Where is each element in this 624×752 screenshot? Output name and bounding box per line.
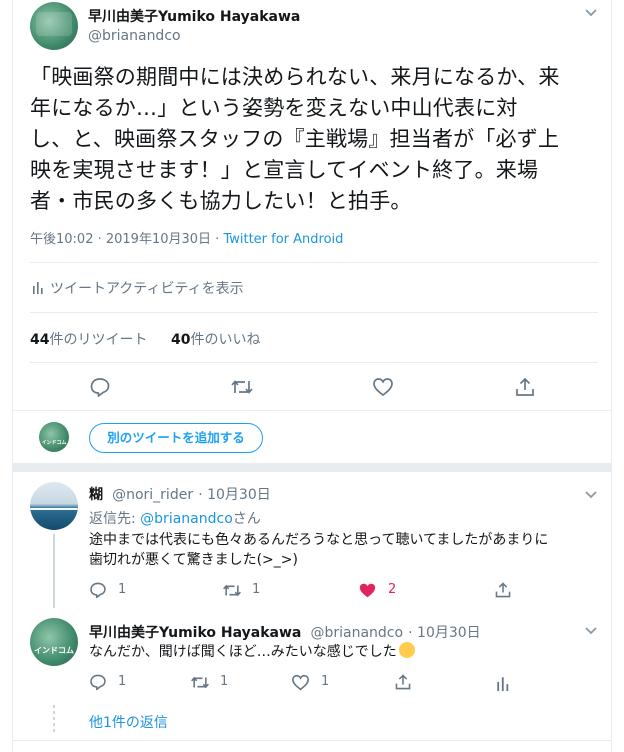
- tweet-text-line: 年になるか…」という姿勢を変えない中山代表に対: [30, 96, 518, 120]
- sad-face-emoji: 😥: [398, 642, 415, 658]
- retweets-stat[interactable]: 44件のリツイート: [30, 329, 147, 349]
- like-icon[interactable]: [372, 377, 394, 397]
- tweet-text-line: し、と、映画祭スタッフの『主戦場』担当者が「必ず上: [30, 127, 560, 151]
- reply-date[interactable]: 10月30日: [207, 487, 271, 503]
- avatar-text: インドコム: [41, 440, 67, 446]
- reply-author-name[interactable]: 糊: [89, 487, 103, 503]
- tweet-metadata: 午後10:02 · 2019年10月30日 · Twitter for Andr…: [30, 228, 343, 247]
- like-count: 2: [388, 582, 397, 597]
- timeline-left-border: [12, 0, 13, 752]
- tweet-text-line: 「映画祭の期間中には決められない、来月になるか、来: [30, 65, 560, 89]
- share-icon[interactable]: [494, 581, 512, 599]
- like-icon-active[interactable]: [358, 582, 377, 599]
- divider: [30, 362, 598, 363]
- replying-to: 返信先: @brianandcoさん: [89, 508, 261, 528]
- divider: [13, 410, 611, 411]
- likes-count: 40: [171, 332, 191, 348]
- share-icon[interactable]: [394, 673, 412, 691]
- tweet-source-link[interactable]: Twitter for Android: [223, 232, 343, 247]
- timeline-right-border: [611, 0, 612, 752]
- divider: [30, 312, 598, 313]
- reply-author-avatar[interactable]: [30, 482, 78, 530]
- chevron-down-icon[interactable]: [584, 626, 598, 636]
- share-icon[interactable]: [514, 376, 536, 398]
- reply-count: 1: [118, 674, 127, 689]
- author-name[interactable]: 早川由美子Yumiko Hayakawa: [88, 6, 300, 26]
- bar-chart-icon[interactable]: [496, 675, 510, 691]
- reply-author-avatar[interactable]: インドコム: [30, 618, 78, 666]
- reply-text-body: なんだか、聞けば聞くほど…みたいな感じでした: [89, 644, 397, 660]
- likes-stat[interactable]: 40件のいいね: [171, 329, 260, 349]
- reply-text: 途中までは代表にも色々あるんだろうなと思って聴いてましたがあまりに 歯切れが悪く…: [89, 530, 599, 570]
- thread-line: [53, 534, 55, 608]
- divider: [30, 262, 598, 263]
- replying-to-suffix: さん: [232, 511, 261, 527]
- divider: [13, 740, 611, 741]
- reply-date[interactable]: 10月30日: [417, 625, 481, 641]
- retweet-count: 1: [220, 674, 229, 689]
- add-another-tweet-button[interactable]: 別のツイートを追加する: [89, 423, 263, 453]
- reply-author-name[interactable]: 早川由美子Yumiko Hayakawa: [89, 625, 301, 641]
- chevron-down-icon[interactable]: [584, 8, 598, 18]
- replying-to-handle[interactable]: @brianandco: [140, 511, 233, 527]
- reply-icon[interactable]: [89, 376, 111, 398]
- reply-text: なんだか、聞けば聞くほど…みたいな感じでした😥: [89, 642, 599, 662]
- like-count: 1: [321, 674, 330, 689]
- retweet-icon[interactable]: [190, 674, 210, 691]
- replying-to-label: 返信先:: [89, 511, 141, 527]
- show-more-replies-link[interactable]: 他1件の返信: [89, 712, 168, 732]
- author-avatar[interactable]: [30, 2, 78, 50]
- reply-icon[interactable]: [89, 673, 107, 691]
- tweet-timestamp[interactable]: 午後10:02 · 2019年10月30日 ·: [30, 232, 223, 247]
- thread-continuation-line: [53, 705, 55, 735]
- tweet-text: 「映画祭の期間中には決められない、来月になるか、来 年になるか…」という姿勢を変…: [30, 62, 600, 217]
- reply-header: 早川由美子Yumiko Hayakawa @brianandco · 10月30…: [89, 625, 481, 641]
- tweet-text-line: 映を実現させます！」と宣言してイベント終了。来場: [30, 158, 539, 182]
- chevron-down-icon[interactable]: [584, 490, 598, 500]
- reply-header: 糊 @nori_rider · 10月30日: [89, 487, 271, 503]
- author-handle[interactable]: @brianandco: [88, 28, 181, 44]
- reply-author-handle[interactable]: @nori_rider: [112, 487, 193, 503]
- likes-label: 件のいいね: [190, 332, 261, 348]
- reply-text-line: 歯切れが悪くて驚きました(>_>): [89, 552, 298, 568]
- avatar-text: インドコム: [34, 646, 74, 655]
- retweets-label: 件のリツイート: [49, 332, 148, 348]
- retweet-icon[interactable]: [230, 377, 254, 397]
- reply-author-handle[interactable]: @brianandco: [310, 625, 403, 641]
- tweet-activity-link[interactable]: ツイートアクティビティを表示: [50, 278, 244, 298]
- reply-icon[interactable]: [89, 581, 107, 599]
- reply-text-line: 途中までは代表にも色々あるんだろうなと思って聴いてましたがあまりに: [89, 532, 549, 548]
- reply-count: 1: [118, 582, 127, 597]
- retweet-icon[interactable]: [222, 582, 242, 599]
- tweet-text-line: 者・市民の多くも協力したい！と拍手。: [30, 189, 412, 213]
- retweet-count: 1: [252, 582, 261, 597]
- bar-chart-icon: [33, 282, 43, 294]
- retweets-count: 44: [30, 332, 50, 348]
- section-divider: [13, 463, 611, 472]
- current-user-avatar: インドコム: [39, 422, 69, 452]
- like-icon[interactable]: [291, 674, 310, 691]
